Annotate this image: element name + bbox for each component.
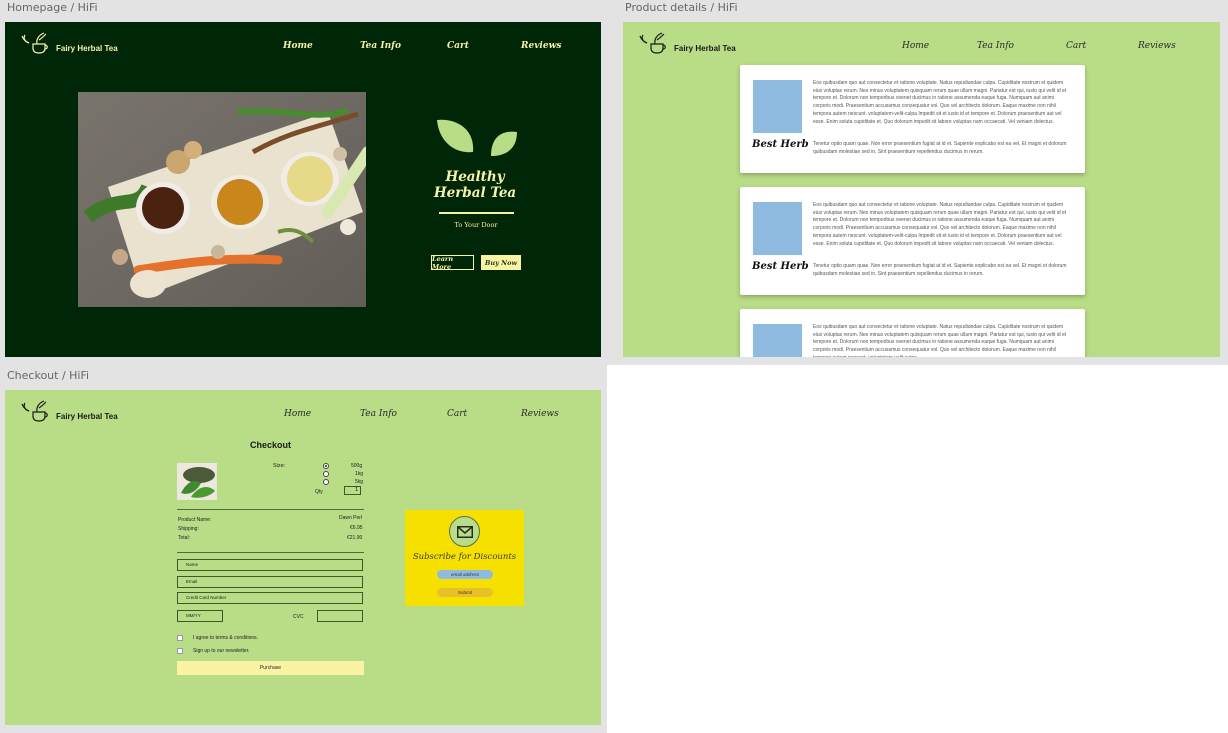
hero-title-line2: Herbal Tea (433, 185, 517, 201)
name-field[interactable]: Name (177, 559, 363, 571)
mail-icon-badge (449, 516, 480, 547)
terms-checkbox[interactable] (177, 635, 183, 641)
expiry-field[interactable]: MM/YY (177, 610, 223, 622)
frame-label-checkout: Checkout / HiFi (7, 369, 90, 382)
subscribe-title: Subscribe for Discounts (412, 552, 517, 562)
subscribe-submit-button[interactable]: Submit (437, 588, 493, 597)
total-value: €21.90 (347, 535, 363, 541)
subscribe-panel: Subscribe for Discounts email address Su… (405, 510, 524, 606)
purchase-button[interactable]: Purchase (177, 661, 364, 675)
product-name-value: Dawn Perl (339, 515, 363, 521)
qty-input[interactable]: 1 (344, 486, 361, 495)
brand-name: Fairy Herbal Tea (56, 412, 118, 421)
hero-subtitle: To Your Door (454, 221, 498, 229)
nav-home[interactable]: Home (284, 409, 311, 419)
subscribe-email-input[interactable]: email address (437, 570, 493, 579)
product-description-extra: Tenetur optio quam quae. Non error praes… (813, 263, 1067, 277)
teapot-leaf-icon (21, 32, 48, 54)
brand-logo[interactable]: Fairy Herbal Tea (19, 32, 118, 54)
product-image-placeholder (753, 80, 802, 133)
nav-tea-info[interactable]: Tea Info (360, 41, 401, 51)
learn-more-button[interactable]: Learn More (431, 255, 474, 271)
product-card[interactable]: Best Herb Eos quibusdam quo aut consecte… (740, 187, 1085, 295)
nav-cart[interactable]: Cart (1066, 41, 1086, 51)
product-details-artboard: Fairy Herbal Tea Home Tea Info Cart Revi… (623, 22, 1220, 357)
nav-reviews[interactable]: Reviews (1138, 41, 1176, 51)
nav-reviews[interactable]: Reviews (521, 409, 559, 419)
nav-tea-info[interactable]: Tea Info (360, 409, 397, 419)
nav-home[interactable]: Home (283, 41, 313, 51)
divider (177, 509, 364, 510)
divider (177, 552, 364, 553)
size-option-label: 5kg (355, 479, 364, 485)
product-description: Eos quibusdam quo aut consectetur et rat… (813, 202, 1067, 247)
terms-label: I agree to terms & conditions. (193, 635, 259, 641)
newsletter-checkbox[interactable] (177, 648, 183, 654)
size-option-label: 1kg (355, 471, 364, 477)
brand-logo[interactable]: Fairy Herbal Tea (637, 32, 736, 54)
product-name-label: Product Name: (178, 517, 212, 523)
product-name: Best Herb (752, 139, 809, 150)
teapot-leaf-icon (21, 400, 48, 422)
size-radio-5kg[interactable] (323, 479, 329, 485)
brand-name: Fairy Herbal Tea (674, 44, 736, 53)
hero-title: Healthy Herbal Tea (425, 169, 525, 201)
hero-title-line1: Healthy (445, 169, 505, 185)
size-radio-500g[interactable] (323, 463, 329, 469)
leaves-icon (437, 119, 517, 156)
product-image-placeholder (753, 202, 802, 255)
newsletter-label: Sign up to our newsletter. (193, 648, 250, 654)
shipping-value: €6.95 (350, 525, 363, 531)
product-description-extra: Tenetur optio quam quae. Non error praes… (813, 141, 1067, 155)
credit-card-field[interactable]: Credit Card Number (177, 592, 363, 604)
brand-logo[interactable]: Fairy Herbal Tea (19, 400, 118, 422)
homepage-artboard: Fairy Herbal Tea Home Tea Info Cart Revi… (5, 22, 601, 357)
hero-divider (439, 212, 514, 214)
product-card[interactable]: Eos quibusdam quo aut consectetur et rat… (740, 309, 1085, 357)
cvc-label: CVC (293, 614, 304, 620)
envelope-icon (456, 525, 473, 538)
buy-now-button[interactable]: Buy Now (481, 255, 521, 270)
product-description: Eos quibusdam quo aut consectetur et rat… (813, 324, 1067, 357)
brand-name: Fairy Herbal Tea (56, 44, 118, 53)
frame-label-homepage: Homepage / HiFi (7, 1, 98, 14)
email-field[interactable]: Email (177, 576, 363, 588)
qty-label: Qty (315, 489, 323, 495)
product-name: Best Herb (752, 261, 809, 272)
size-option-label: 500g (351, 463, 363, 469)
nav-cart[interactable]: Cart (447, 409, 467, 419)
size-radio-1kg[interactable] (323, 471, 329, 477)
checkout-title: Checkout (250, 440, 292, 450)
nav-home[interactable]: Home (902, 41, 929, 51)
size-label: Size: (273, 463, 286, 469)
total-label: Total: (178, 535, 190, 541)
product-thumbnail (177, 463, 217, 500)
nav-reviews[interactable]: Reviews (521, 41, 561, 51)
cvc-field[interactable] (317, 610, 363, 622)
nav-tea-info[interactable]: Tea Info (977, 41, 1014, 51)
product-image-placeholder (753, 324, 802, 357)
frame-label-product: Product details / HiFi (625, 1, 738, 14)
product-description: Eos quibusdam quo aut consectetur et rat… (813, 80, 1067, 125)
product-card[interactable]: Best Herb Eos quibusdam quo aut consecte… (740, 65, 1085, 173)
nav-cart[interactable]: Cart (447, 41, 469, 51)
empty-canvas-area (607, 365, 1228, 733)
teapot-leaf-icon (639, 32, 666, 54)
hero-tea-photo (78, 92, 366, 307)
checkout-artboard: Fairy Herbal Tea Home Tea Info Cart Revi… (5, 390, 601, 725)
shipping-label: Shipping: (178, 526, 199, 532)
